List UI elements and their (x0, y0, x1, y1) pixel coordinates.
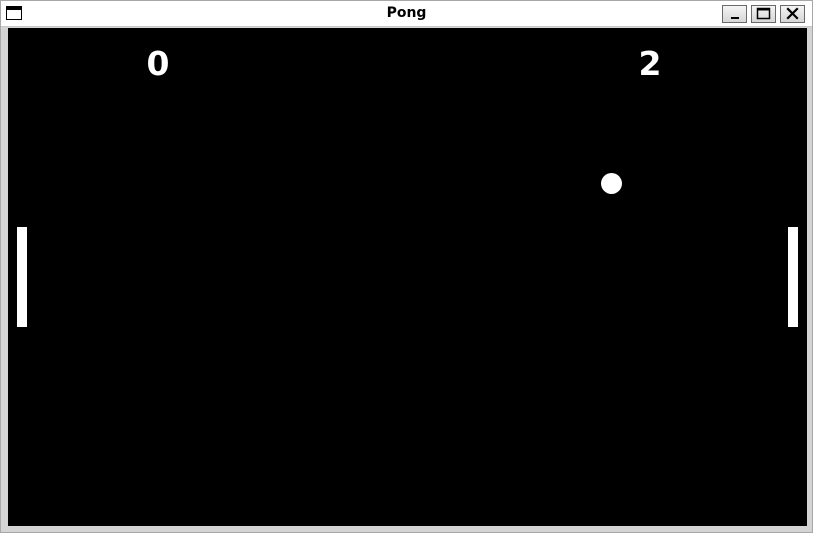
right-player-score: 2 (638, 44, 662, 83)
minimize-button[interactable] (722, 5, 747, 23)
close-icon (786, 7, 799, 20)
pong-window: Pong 0 2 (0, 0, 813, 533)
game-canvas[interactable]: 0 2 (8, 28, 807, 526)
maximize-button[interactable] (751, 5, 776, 23)
left-paddle (17, 227, 27, 327)
window-title: Pong (386, 5, 427, 21)
title-bar[interactable]: Pong (1, 1, 812, 27)
close-button[interactable] (780, 5, 805, 23)
left-player-score: 0 (146, 44, 170, 83)
ball (601, 173, 622, 194)
maximize-icon (756, 7, 771, 20)
right-paddle (788, 227, 798, 327)
minimize-icon (731, 17, 739, 19)
